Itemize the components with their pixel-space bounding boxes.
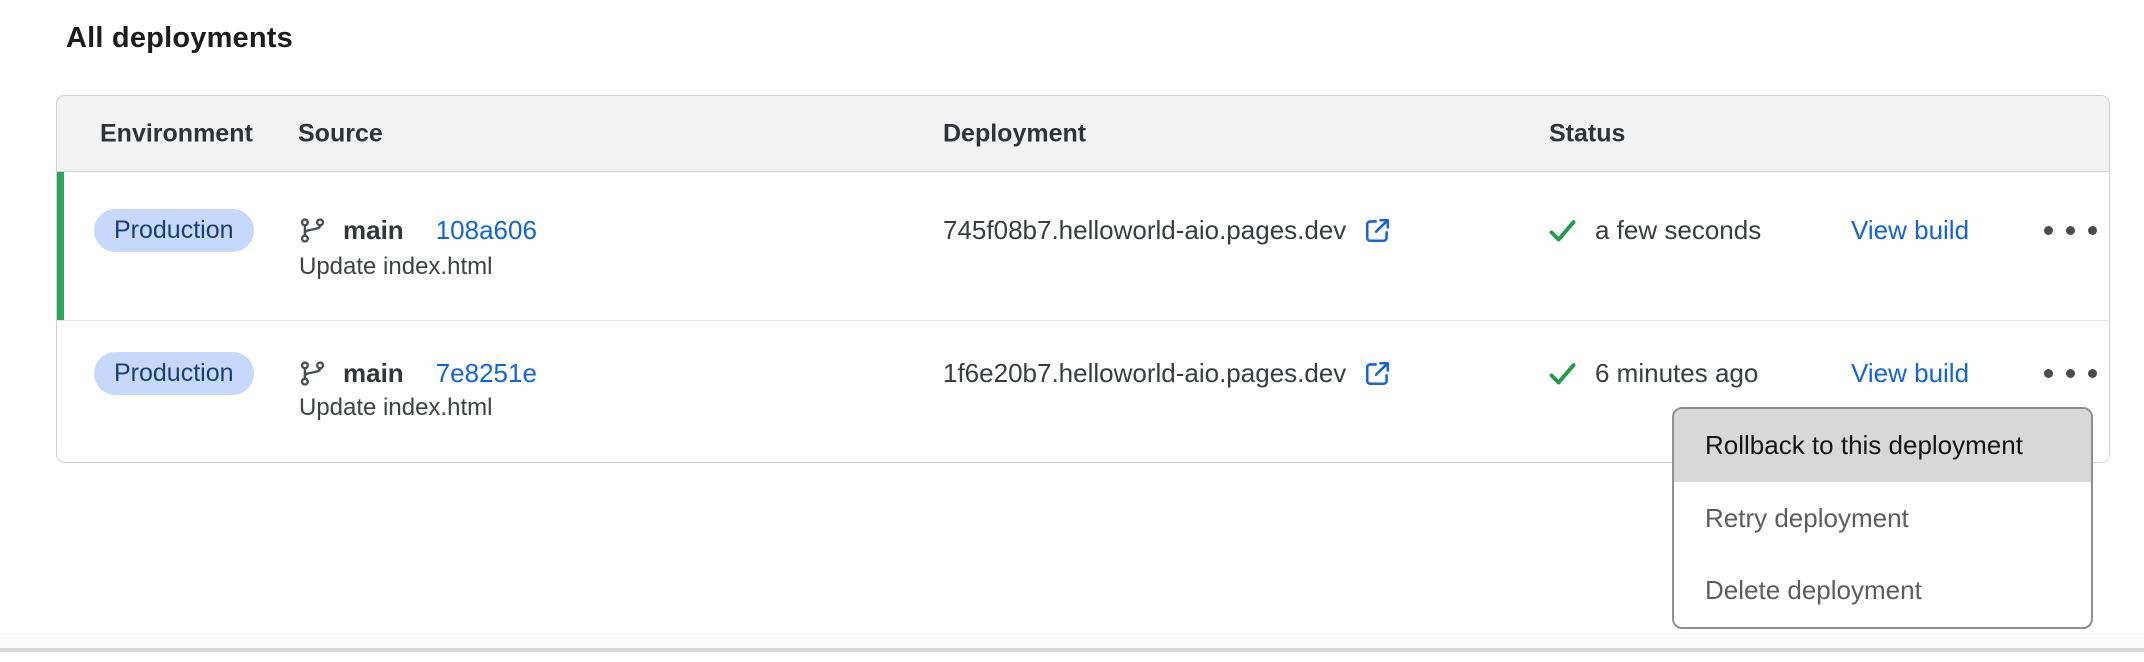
deployment-url: 1f6e20b7.helloworld-aio.pages.dev <box>943 358 1346 389</box>
branch-name: main <box>343 358 404 389</box>
source-cell: main 108a606 <box>299 209 537 252</box>
status-time: 6 minutes ago <box>1595 358 1758 389</box>
page-bottom-divider <box>0 648 2144 652</box>
external-link-icon[interactable] <box>1363 359 1392 388</box>
deployment-cell: 1f6e20b7.helloworld-aio.pages.dev <box>943 352 1392 395</box>
kebab-dot <box>2066 369 2075 378</box>
commit-message: Update index.html <box>299 253 492 281</box>
kebab-dot <box>2044 369 2053 378</box>
deployment-url: 745f08b7.helloworld-aio.pages.dev <box>943 215 1346 246</box>
kebab-menu-button[interactable] <box>2037 352 2103 395</box>
deployment-cell: 745f08b7.helloworld-aio.pages.dev <box>943 209 1392 252</box>
commit-link[interactable]: 108a606 <box>436 215 537 246</box>
status-cell: 6 minutes ago <box>1547 352 1758 395</box>
menu-item-delete[interactable]: Delete deployment <box>1674 554 2091 627</box>
environment-badge: Production <box>94 209 254 252</box>
commit-link[interactable]: 7e8251e <box>436 358 537 389</box>
page-title: All deployments <box>66 22 293 55</box>
header-source: Source <box>298 119 383 148</box>
git-branch-icon <box>299 360 326 387</box>
check-icon <box>1547 215 1578 246</box>
check-icon <box>1547 358 1578 389</box>
header-deployment: Deployment <box>943 119 1086 148</box>
table-header-row: Environment Source Deployment Status <box>57 96 2109 172</box>
status-cell: a few seconds <box>1547 209 1761 252</box>
page-bottom-strip <box>0 637 2144 648</box>
environment-badge: Production <box>94 352 254 395</box>
header-status: Status <box>1549 119 1625 148</box>
kebab-menu-button[interactable] <box>2037 209 2103 252</box>
kebab-dot <box>2044 226 2053 235</box>
kebab-dot <box>2088 226 2097 235</box>
kebab-dot <box>2066 226 2075 235</box>
kebab-dot <box>2088 369 2097 378</box>
deployment-context-menu: Rollback to this deployment Retry deploy… <box>1672 407 2093 629</box>
status-time: a few seconds <box>1595 215 1761 246</box>
git-branch-icon <box>299 217 326 244</box>
table-row: Production main 108a606 Update index.htm… <box>57 172 2109 320</box>
view-build-link[interactable]: View build <box>1851 209 1969 252</box>
source-cell: main 7e8251e <box>299 352 537 395</box>
branch-name: main <box>343 215 404 246</box>
menu-item-rollback[interactable]: Rollback to this deployment <box>1674 409 2091 482</box>
external-link-icon[interactable] <box>1363 216 1392 245</box>
menu-item-retry[interactable]: Retry deployment <box>1674 482 2091 555</box>
commit-message: Update index.html <box>299 394 492 422</box>
current-deployment-indicator <box>57 172 64 320</box>
header-environment: Environment <box>100 119 253 148</box>
view-build-link[interactable]: View build <box>1851 352 1969 395</box>
